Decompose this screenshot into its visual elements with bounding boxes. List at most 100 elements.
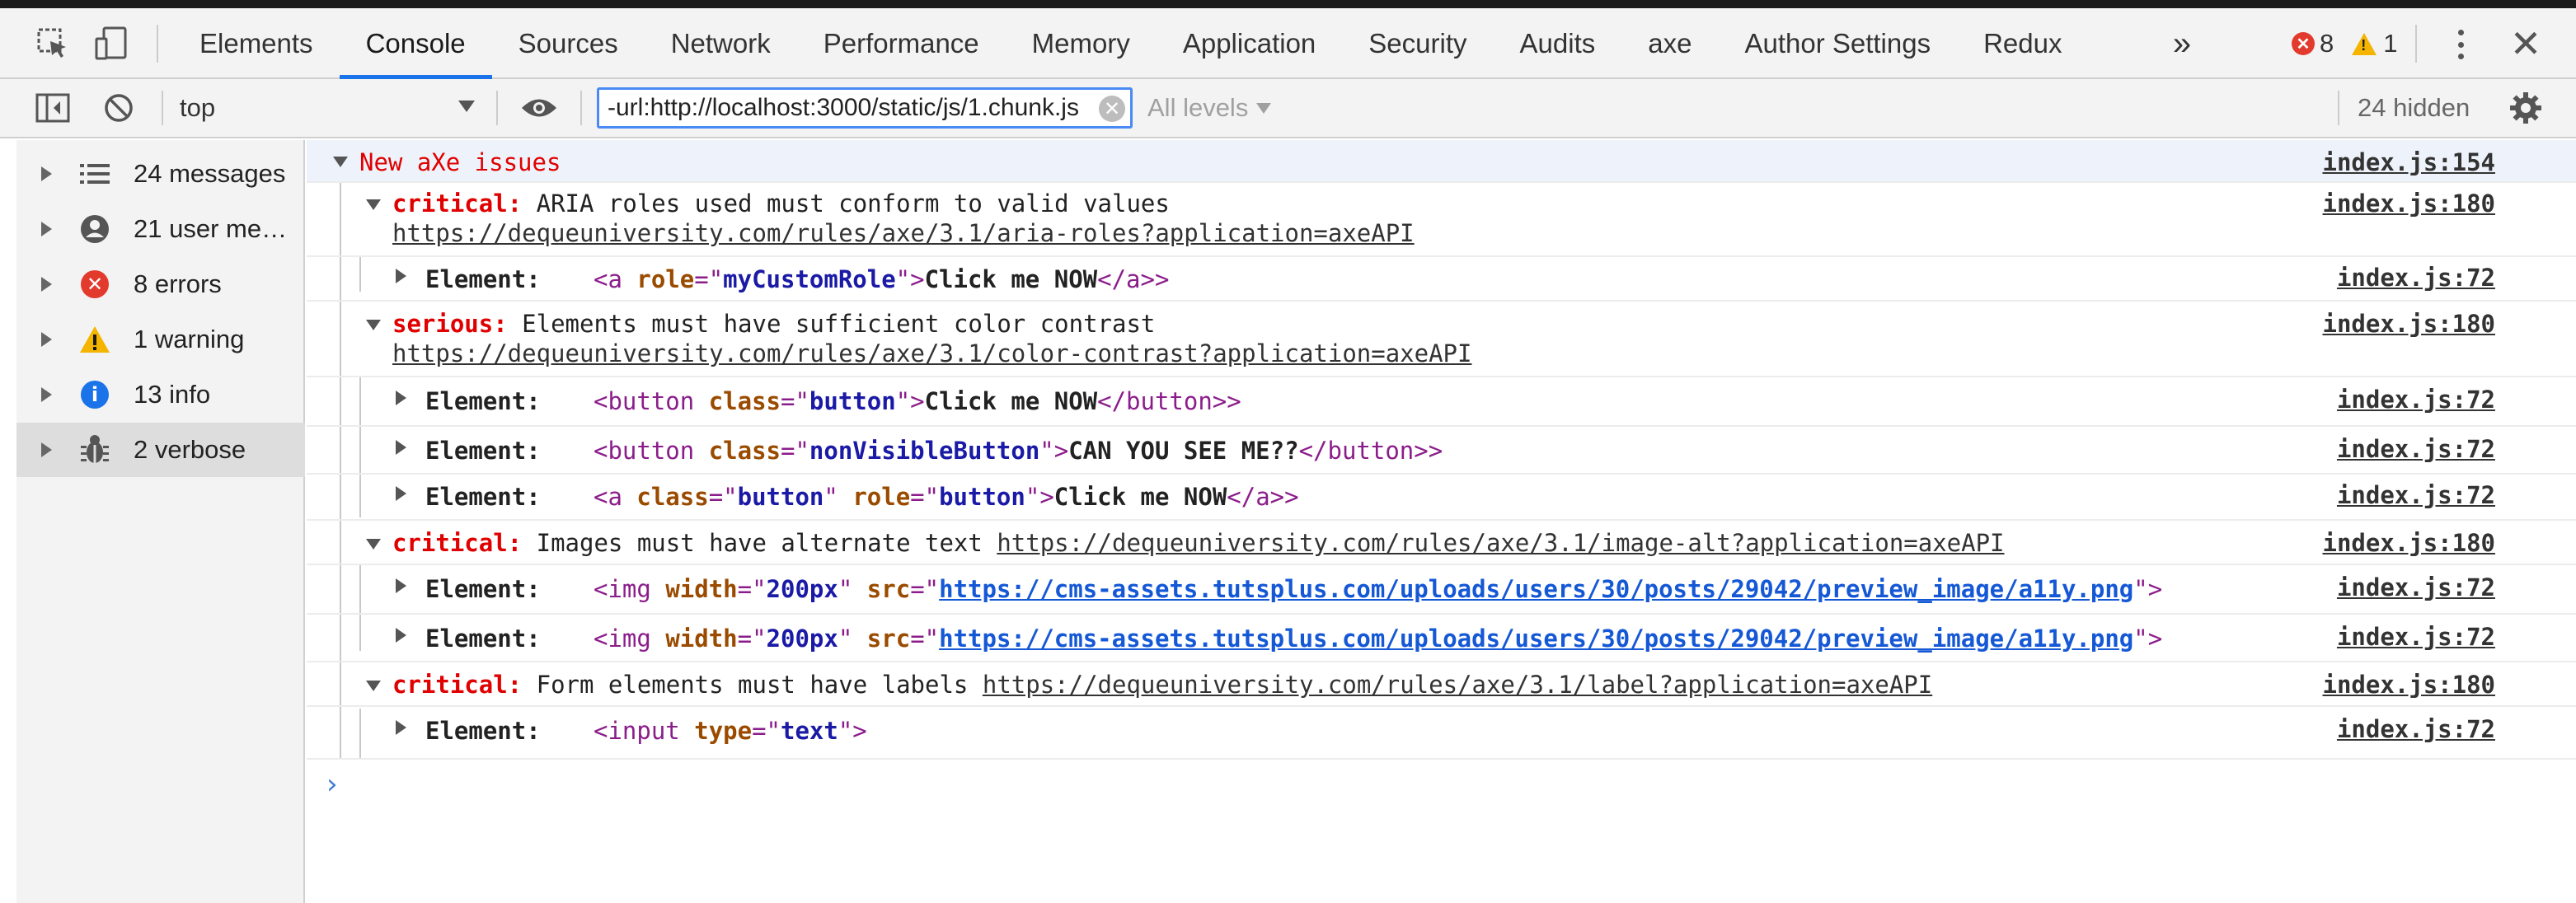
console-settings-gear-icon[interactable] bbox=[2506, 87, 2546, 129]
console-prompt[interactable]: › bbox=[326, 768, 338, 801]
inspect-element-icon[interactable] bbox=[33, 23, 73, 64]
toolbar-divider bbox=[2338, 91, 2339, 125]
issue-row[interactable]: serious: Elements must have sufficient c… bbox=[307, 302, 2576, 376]
expand-triangle-icon[interactable] bbox=[396, 720, 406, 735]
tab-sources[interactable]: Sources bbox=[492, 8, 645, 79]
sidebar-item-info[interactable]: i 13 info bbox=[16, 367, 305, 422]
issue-row[interactable]: critical: Images must have alternate tex… bbox=[307, 521, 2576, 564]
prompt-chevron-icon: › bbox=[326, 768, 338, 801]
element-markup: <input type="text"> bbox=[594, 717, 867, 745]
expand-triangle-icon[interactable] bbox=[396, 269, 406, 283]
console-filter-input[interactable]: -url:http://localhost:3000/static/js/1.c… bbox=[597, 87, 1133, 129]
source-link[interactable]: index.js:72 bbox=[2337, 435, 2495, 463]
expand-triangle-icon[interactable] bbox=[396, 486, 406, 501]
element-label: Element: bbox=[425, 387, 541, 415]
image-src-link[interactable]: https://cms-assets.tutsplus.com/uploads/… bbox=[939, 625, 2133, 653]
console-messages: New aXe issues index.js:154 critical: AR… bbox=[307, 140, 2576, 903]
source-link[interactable]: index.js:72 bbox=[2337, 481, 2495, 509]
collapse-triangle-icon[interactable] bbox=[366, 539, 381, 550]
issue-row[interactable]: critical: Form elements must have labels… bbox=[307, 662, 2576, 705]
source-link[interactable]: index.js:180 bbox=[2322, 529, 2495, 557]
collapse-triangle-icon[interactable] bbox=[366, 681, 381, 691]
issue-help-link[interactable]: https://dequeuniversity.com/rules/axe/3.… bbox=[983, 671, 1932, 699]
element-label: Element: bbox=[425, 717, 541, 745]
issue-severity: critical: bbox=[392, 529, 523, 557]
expand-triangle-icon[interactable] bbox=[396, 578, 406, 593]
source-link[interactable]: index.js:72 bbox=[2337, 573, 2495, 601]
toolbar-divider bbox=[496, 91, 498, 125]
log-levels-dropdown[interactable]: All levels bbox=[1147, 79, 1272, 137]
element-label: Element: bbox=[425, 437, 541, 465]
tab-redux[interactable]: Redux bbox=[1957, 8, 2088, 79]
issue-row[interactable]: critical: ARIA roles used must conform t… bbox=[307, 183, 2576, 255]
clear-console-icon[interactable] bbox=[99, 87, 138, 129]
source-link[interactable]: index.js:154 bbox=[2322, 148, 2495, 176]
live-expression-eye-icon[interactable] bbox=[519, 87, 559, 129]
source-link[interactable]: index.js:180 bbox=[2322, 189, 2495, 218]
show-sidebar-icon[interactable] bbox=[33, 87, 73, 129]
element-row[interactable]: Element: <img width="200px" src="https:/… bbox=[307, 565, 2576, 613]
element-label: Element: bbox=[425, 575, 541, 603]
expand-triangle-icon[interactable] bbox=[396, 391, 406, 405]
error-icon: ✕ bbox=[79, 269, 110, 299]
source-link[interactable]: index.js:180 bbox=[2322, 310, 2495, 338]
tab-audits[interactable]: Audits bbox=[1494, 8, 1622, 79]
sidebar-item-errors[interactable]: ✕ 8 errors bbox=[16, 257, 305, 311]
tab-network[interactable]: Network bbox=[645, 8, 797, 79]
bug-icon bbox=[79, 435, 110, 465]
collapse-triangle-icon[interactable] bbox=[333, 157, 348, 167]
source-link[interactable]: index.js:180 bbox=[2322, 671, 2495, 699]
source-link[interactable]: index.js:72 bbox=[2337, 386, 2495, 414]
row-divider bbox=[307, 758, 2576, 760]
more-options-icon[interactable] bbox=[2448, 26, 2473, 63]
warning-icon bbox=[79, 325, 110, 354]
tab-author-settings[interactable]: Author Settings bbox=[1718, 8, 1957, 79]
collapse-triangle-icon[interactable] bbox=[366, 320, 381, 330]
sidebar-item-verbose[interactable]: 2 verbose bbox=[16, 423, 305, 477]
issue-help-link[interactable]: https://dequeuniversity.com/rules/axe/3.… bbox=[392, 339, 1471, 367]
element-markup: <img width="200px" src="https://cms-asse… bbox=[594, 625, 2163, 653]
expand-triangle-icon bbox=[41, 442, 52, 457]
collapse-triangle-icon[interactable] bbox=[366, 199, 381, 210]
close-devtools-icon[interactable]: ✕ bbox=[2503, 18, 2549, 69]
image-src-link[interactable]: https://cms-assets.tutsplus.com/uploads/… bbox=[939, 575, 2133, 603]
source-link[interactable]: index.js:72 bbox=[2337, 623, 2495, 651]
expand-triangle-icon[interactable] bbox=[396, 628, 406, 643]
element-label: Element: bbox=[425, 265, 541, 293]
tab-application[interactable]: Application bbox=[1157, 8, 1342, 79]
element-row[interactable]: Element: <input type="text"> index.js:72 bbox=[307, 707, 2576, 758]
issue-message: ARIA roles used must conform to valid va… bbox=[536, 189, 1170, 218]
element-row[interactable]: Element: <a role="myCustomRole">Click me… bbox=[307, 257, 2576, 300]
source-link[interactable]: index.js:72 bbox=[2337, 715, 2495, 743]
more-tabs-button[interactable]: » bbox=[2160, 8, 2204, 79]
tab-performance[interactable]: Performance bbox=[797, 8, 1006, 79]
expand-triangle-icon bbox=[41, 387, 52, 402]
element-row[interactable]: Element: <img width="200px" src="https:/… bbox=[307, 615, 2576, 661]
sidebar-item-warnings[interactable]: 1 warning bbox=[16, 312, 305, 367]
element-row[interactable]: Element: <a class="button" role="button"… bbox=[307, 475, 2576, 519]
element-row[interactable]: Element: <button class="button">Click me… bbox=[307, 377, 2576, 425]
sidebar-item-label: 13 info bbox=[134, 380, 211, 409]
clear-filter-icon[interactable]: ✕ bbox=[1099, 96, 1125, 122]
source-link[interactable]: index.js:72 bbox=[2337, 264, 2495, 292]
list-icon bbox=[79, 159, 110, 189]
issue-counters[interactable]: ✕ 8 ! 1 bbox=[2292, 8, 2398, 79]
element-markup: <img width="200px" src="https://cms-asse… bbox=[594, 575, 2163, 603]
tab-security[interactable]: Security bbox=[1342, 8, 1493, 79]
element-markup: <button class="nonVisibleButton">CAN YOU… bbox=[594, 437, 1443, 465]
tab-elements[interactable]: Elements bbox=[173, 8, 340, 79]
console-group-header[interactable]: New aXe issues index.js:154 bbox=[307, 140, 2576, 181]
context-selector[interactable]: top bbox=[180, 79, 483, 137]
tab-axe[interactable]: axe bbox=[1621, 8, 1718, 79]
expand-triangle-icon[interactable] bbox=[396, 440, 406, 455]
element-row[interactable]: Element: <button class="nonVisibleButton… bbox=[307, 427, 2576, 473]
issue-help-link[interactable]: https://dequeuniversity.com/rules/axe/3.… bbox=[392, 219, 1415, 247]
tab-memory[interactable]: Memory bbox=[1006, 8, 1157, 79]
sidebar-item-messages[interactable]: 24 messages bbox=[16, 147, 305, 201]
device-toolbar-icon[interactable] bbox=[92, 23, 132, 64]
issue-help-link[interactable]: https://dequeuniversity.com/rules/axe/3.… bbox=[997, 529, 2004, 557]
element-label: Element: bbox=[425, 625, 541, 653]
issue-severity: critical: bbox=[392, 189, 523, 218]
tab-console[interactable]: Console bbox=[339, 8, 492, 79]
sidebar-item-user-messages[interactable]: 21 user me… bbox=[16, 202, 305, 256]
